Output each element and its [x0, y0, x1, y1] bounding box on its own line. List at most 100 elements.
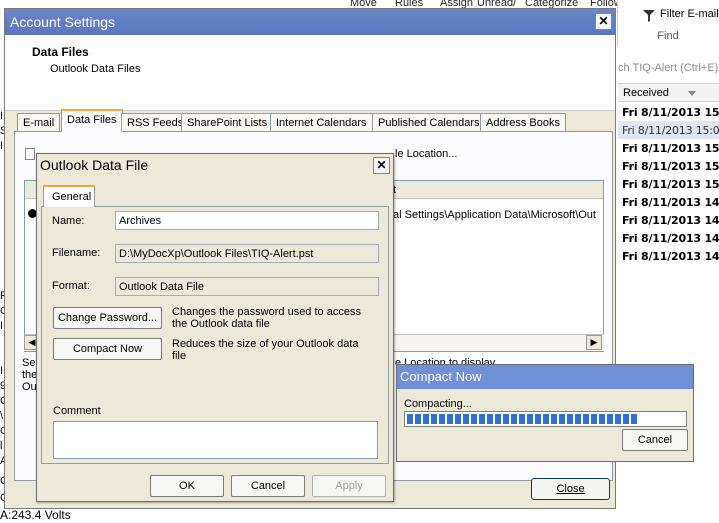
mail-list: Fri 8/11/2013 15:06 Fri 8/11/2013 15:04 … [618, 103, 719, 263]
progress-segment [447, 414, 453, 424]
format-label: Format: [52, 280, 90, 292]
progress-segment [471, 414, 477, 424]
strip-char: l [0, 440, 3, 452]
tab-sharepoint-lists[interactable]: SharePoint Lists [181, 113, 274, 131]
apply-button: Apply [312, 475, 386, 497]
window-title: Account Settings [10, 14, 116, 30]
mail-row[interactable]: Fri 8/11/2013 14:56 [618, 247, 719, 263]
progress-segment [599, 414, 605, 424]
location-cell[interactable]: al Settings\Application Data\Microsoft\O… [393, 209, 603, 221]
progress-segment [423, 414, 429, 424]
info-text-partial: Ou [22, 381, 37, 393]
search-input[interactable]: ch TIQ-Alert (Ctrl+E) [618, 60, 719, 79]
progress-segment [455, 414, 461, 424]
strip-char: I [0, 140, 4, 152]
progress-segment [607, 414, 613, 424]
received-header-label: Received [623, 87, 669, 99]
progress-segment [591, 414, 597, 424]
comment-textarea[interactable] [53, 421, 378, 459]
progress-segment [559, 414, 565, 424]
close-icon[interactable]: ✕ [595, 13, 612, 30]
compact-now-description: Reduces the size of your Outlook data fi… [172, 338, 359, 362]
progress-segment [431, 414, 437, 424]
change-password-description: Changes the password used to access the … [172, 306, 361, 330]
received-column-header[interactable]: Received [618, 83, 719, 102]
dialog-title: Outlook Data File [40, 157, 149, 173]
tab-internet-calendars[interactable]: Internet Calendars [270, 113, 373, 131]
progress-segment [495, 414, 501, 424]
tab-email[interactable]: E-mail [17, 113, 61, 131]
progress-segment [415, 414, 421, 424]
progress-segment [583, 414, 589, 424]
filter-email-button[interactable]: Filter E-mail [660, 8, 719, 20]
header-subtitle: Outlook Data Files [50, 63, 141, 75]
find-group-label: Find [657, 30, 679, 42]
mail-row[interactable]: Fri 8/11/2013 14:59 [618, 193, 719, 211]
funnel-icon [643, 10, 655, 22]
open-file-location-button[interactable]: le Location... [395, 148, 457, 160]
mail-row[interactable]: Fri 8/11/2013 15:03 [618, 139, 719, 157]
progress-fill [407, 414, 637, 424]
progress-segment [487, 414, 493, 424]
ok-button[interactable]: OK [150, 475, 224, 497]
compact-now-button[interactable]: Compact Now [53, 338, 162, 360]
compact-cancel-button[interactable]: Cancel [622, 429, 688, 451]
progress-segment [511, 414, 517, 424]
close-button[interactable]: Close [531, 478, 610, 500]
mail-row[interactable]: Fri 8/11/2013 15:01 [618, 175, 719, 193]
mail-row[interactable]: Fri 8/11/2013 15:02 [618, 157, 719, 175]
progress-segment [519, 414, 525, 424]
info-text-partial: the [22, 369, 38, 381]
tab-rss-feeds[interactable]: RSS Feeds [121, 113, 190, 131]
info-text-partial: Se [22, 357, 36, 369]
filename-label: Filename: [52, 247, 101, 259]
tab-published-calendars[interactable]: Published Calendars [372, 113, 486, 131]
format-field: Outlook Data File [115, 277, 379, 296]
account-settings-titlebar[interactable]: Account Settings [5, 9, 615, 35]
mail-row[interactable]: Fri 8/11/2013 15:06 [618, 103, 719, 121]
progress-segment [543, 414, 549, 424]
outlook-data-file-dialog: Outlook Data File ✕ General Name: Archiv… [36, 153, 394, 502]
cancel-button[interactable]: Cancel [231, 475, 305, 497]
progress-segment [575, 414, 581, 424]
compact-titlebar[interactable]: Compact Now [397, 365, 693, 389]
strip-char: \ [0, 410, 4, 422]
progress-segment [527, 414, 533, 424]
mail-row[interactable]: Fri 8/11/2013 14:57 [618, 229, 719, 247]
progress-segment [439, 414, 445, 424]
compact-progress-bar [404, 411, 687, 427]
mail-row[interactable]: Fri 8/11/2013 14:58 [618, 211, 719, 229]
progress-segment [551, 414, 557, 424]
background-voltage-text: A:243.4 Volts [0, 508, 71, 522]
mail-row-selected[interactable]: Fri 8/11/2013 15:04 [618, 121, 719, 139]
progress-segment [623, 414, 629, 424]
compact-now-dialog: Compact Now Compacting... Cancel [396, 364, 694, 462]
name-field[interactable]: Archives [115, 211, 379, 230]
close-icon[interactable]: ✕ [373, 157, 390, 174]
strip-char: I [0, 320, 4, 332]
comment-label: Comment [53, 405, 101, 417]
account-settings-header: Data Files Outlook Data Files [5, 35, 615, 111]
filename-field: D:\MyDocXp\Outlook Files\TIQ-Alert.pst [115, 244, 379, 263]
add-icon[interactable] [25, 148, 35, 160]
name-label: Name: [52, 215, 85, 227]
scroll-right-icon[interactable]: ▶ [586, 335, 602, 350]
progress-segment [503, 414, 509, 424]
sort-down-icon [688, 91, 696, 96]
tab-data-files[interactable]: Data Files [61, 109, 123, 132]
close-button-label: Close [556, 483, 585, 495]
progress-segment [535, 414, 541, 424]
tab-general[interactable]: General [43, 185, 95, 207]
progress-segment [567, 414, 573, 424]
progress-segment [407, 414, 413, 424]
progress-segment [463, 414, 469, 424]
header-title: Data Files [32, 45, 89, 59]
progress-segment [631, 414, 637, 424]
change-password-button[interactable]: Change Password... [53, 307, 162, 329]
tab-address-books[interactable]: Address Books [480, 113, 566, 131]
strip-char: I [0, 110, 4, 122]
compact-title: Compact Now [400, 369, 482, 384]
dialog-titlebar[interactable]: Outlook Data File [37, 154, 393, 178]
progress-segment [615, 414, 621, 424]
compacting-status: Compacting... [404, 398, 472, 410]
